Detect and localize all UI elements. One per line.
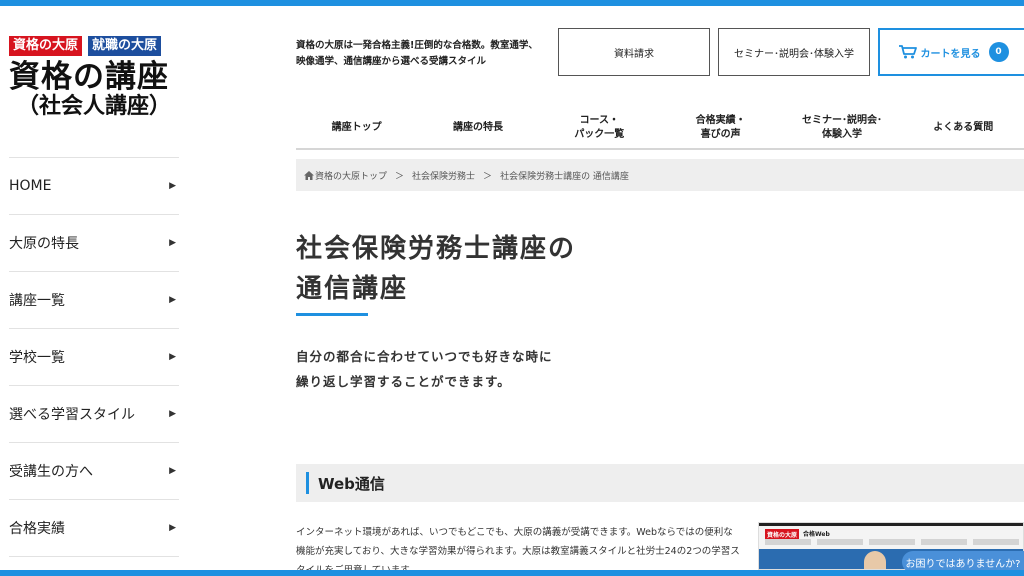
bottom-accent-bar bbox=[0, 570, 1024, 576]
site-logo[interactable]: 資格の大原 就職の大原 資格の講座 （社会人講座） bbox=[9, 36, 184, 120]
breadcrumb-separator: ＞ bbox=[395, 171, 405, 182]
tab-results[interactable]: 合格実績・ 喜びの声 bbox=[660, 108, 781, 148]
seminar-label: セミナー･説明会･体験入学 bbox=[734, 48, 854, 60]
breadcrumb-current: 社会保険労務士講座の 通信講座 bbox=[500, 171, 629, 182]
sidenav-item-label: 受講生の方へ bbox=[9, 464, 93, 480]
sidenav-item-label: 講座一覧 bbox=[9, 293, 65, 309]
logo-sub-text: （社会人講座） bbox=[17, 94, 172, 119]
sidenav-item-label: 合格実績 bbox=[9, 521, 65, 537]
logo-main-text: 資格の講座 bbox=[9, 59, 169, 95]
chevron-right-icon: ▶ bbox=[169, 181, 176, 191]
chevron-right-icon: ▶ bbox=[169, 238, 176, 248]
home-icon bbox=[304, 170, 314, 180]
request-documents-label: 資料請求 bbox=[614, 48, 654, 60]
sidenav-item-schools[interactable]: 学校一覧 ▶ bbox=[9, 329, 179, 386]
sidenav-item-label: 選べる学習スタイル bbox=[9, 407, 135, 423]
chevron-right-icon: ▶ bbox=[169, 295, 176, 305]
section-accent-bar bbox=[306, 472, 309, 494]
tab-course-top[interactable]: 講座トップ bbox=[296, 108, 417, 148]
title-underline bbox=[296, 313, 368, 316]
sidenav-item-results[interactable]: 合格実績 ▶ bbox=[9, 500, 179, 557]
course-navigation: 講座トップ 講座の特長 コース・ パック一覧 合格実績・ 喜びの声 セミナー･説… bbox=[296, 108, 1024, 150]
breadcrumb-separator: ＞ bbox=[483, 171, 493, 182]
tab-course-features[interactable]: 講座の特長 bbox=[417, 108, 538, 148]
page-title-line1: 社会保険労務士講座の bbox=[296, 234, 577, 264]
breadcrumb-sharoushi-link[interactable]: 社会保険労務士 bbox=[412, 169, 475, 182]
lead-text: 自分の都合に合わせていつでも好きな時に 繰り返し学習することができます。 bbox=[296, 344, 553, 394]
thumbnail-nav bbox=[765, 539, 1019, 545]
cart-icon bbox=[898, 45, 917, 59]
sidenav-item-home[interactable]: HOME ▶ bbox=[9, 158, 179, 215]
request-documents-button[interactable]: 資料請求 bbox=[558, 28, 710, 76]
chevron-right-icon: ▶ bbox=[169, 466, 176, 476]
view-cart-button[interactable]: カートを見る 0 bbox=[878, 28, 1024, 76]
cart-count-badge: 0 bbox=[988, 42, 1009, 62]
tab-faq[interactable]: よくある質問 bbox=[903, 108, 1024, 148]
header-tagline: 資格の大原は一発合格主義!圧倒的な合格数。教室通学、映像通学、通信講座から選べる… bbox=[296, 40, 538, 67]
sidenav-item-students[interactable]: 受講生の方へ ▶ bbox=[9, 443, 179, 500]
tab-seminar[interactable]: セミナー･説明会･ 体験入学 bbox=[781, 108, 902, 148]
logo-badges: 資格の大原 就職の大原 bbox=[9, 36, 184, 56]
top-accent-bar bbox=[0, 0, 1024, 6]
view-cart-label: カートを見る bbox=[920, 48, 981, 60]
sidenav-item-label: 大原の特長 bbox=[9, 236, 79, 252]
section-body-text: インターネット環境があれば、いつでもどこでも、大原の講義が受講できます。Webな… bbox=[296, 527, 740, 570]
breadcrumb-home-link[interactable]: 資格の大原トップ bbox=[315, 169, 387, 182]
page-title-line2: 通信講座 bbox=[296, 274, 409, 304]
sidenav-item-courses[interactable]: 講座一覧 ▶ bbox=[9, 272, 179, 329]
side-navigation: HOME ▶ 大原の特長 ▶ 講座一覧 ▶ 学校一覧 ▶ 選べる学習スタイル ▶… bbox=[9, 157, 179, 557]
logo-badge-shushoku: 就職の大原 bbox=[88, 36, 162, 56]
help-chat-label: お困りではありませんか? bbox=[905, 558, 1021, 570]
chevron-right-icon: ▶ bbox=[169, 523, 176, 533]
thumbnail-person bbox=[864, 551, 886, 569]
page-title: 社会保険労務士講座の 通信講座 bbox=[296, 229, 576, 309]
sidenav-item-label: HOME bbox=[9, 178, 52, 194]
chevron-right-icon: ▶ bbox=[169, 409, 176, 419]
seminar-button[interactable]: セミナー･説明会･体験入学 bbox=[718, 28, 870, 76]
lead-line2: 繰り返し学習することができます。 bbox=[296, 374, 511, 389]
thumbnail-top-line bbox=[759, 523, 1023, 526]
section-title: Web通信 bbox=[318, 474, 385, 493]
breadcrumb: 資格の大原トップ ＞ 社会保険労務士 ＞ 社会保険労務士講座の 通信講座 bbox=[296, 159, 1024, 191]
chevron-right-icon: ▶ bbox=[169, 352, 176, 362]
thumbnail-title: 合格Web bbox=[803, 531, 830, 538]
sidenav-item-label: 学校一覧 bbox=[9, 350, 65, 366]
logo-badge-shikaku: 資格の大原 bbox=[9, 36, 83, 56]
lead-line1: 自分の都合に合わせていつでも好きな時に bbox=[296, 349, 553, 364]
sidenav-item-features[interactable]: 大原の特長 ▶ bbox=[9, 215, 179, 272]
section-heading-web: Web通信 bbox=[296, 464, 1024, 502]
tab-course-list[interactable]: コース・ パック一覧 bbox=[539, 108, 660, 148]
sidenav-item-learning-styles[interactable]: 選べる学習スタイル ▶ bbox=[9, 386, 179, 443]
